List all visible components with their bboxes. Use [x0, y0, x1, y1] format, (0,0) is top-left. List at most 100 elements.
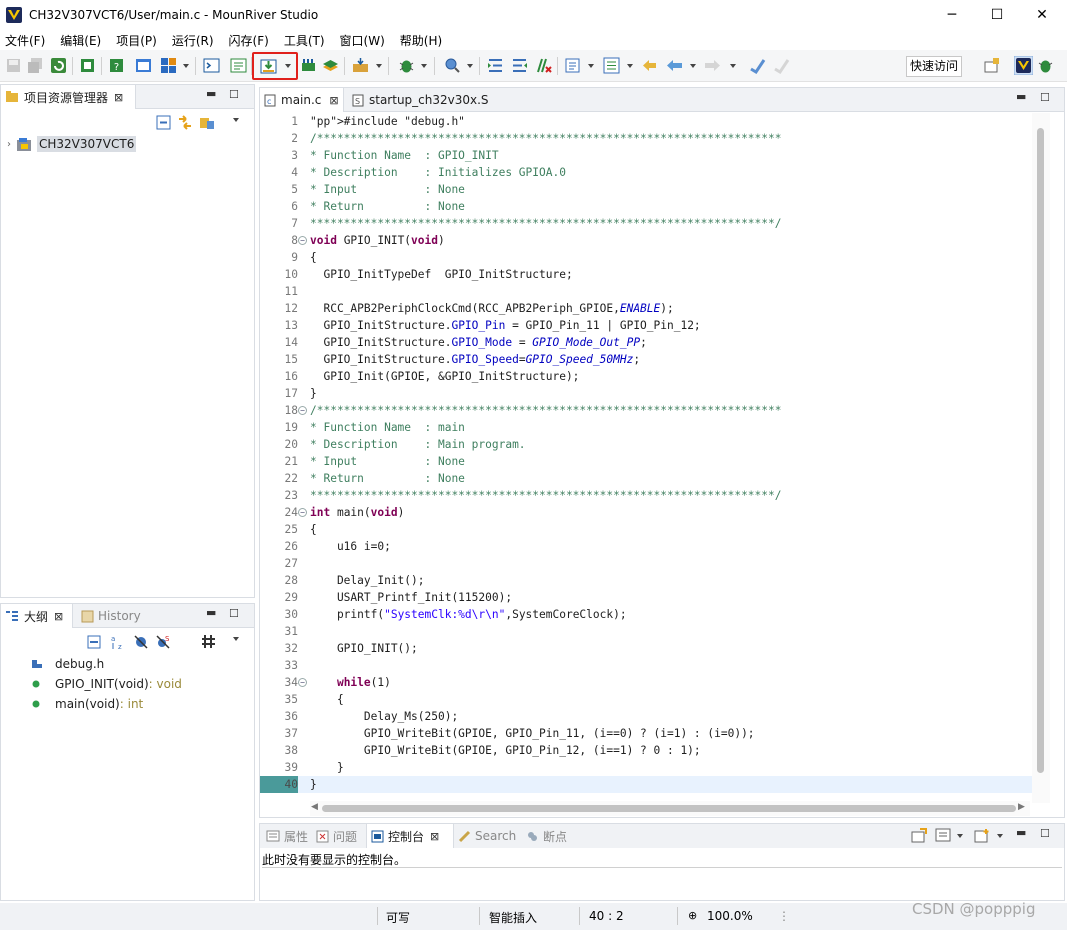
- unpin-icon[interactable]: [773, 57, 790, 74]
- menu-item[interactable]: 工具(T): [284, 32, 325, 49]
- tab-breakpoints[interactable]: 断点: [522, 824, 571, 848]
- code-line[interactable]: 12 RCC_APB2PeriphClockCmd(RCC_APB2Periph…: [260, 300, 1032, 317]
- new-console-dropdown-icon[interactable]: [997, 834, 1003, 838]
- code-line[interactable]: 26 u16 i=0;: [260, 538, 1032, 555]
- code-line[interactable]: 39 }: [260, 759, 1032, 776]
- display-console-icon[interactable]: [935, 828, 951, 843]
- calendar-icon[interactable]: [135, 57, 152, 74]
- code-line[interactable]: 40}: [260, 776, 1032, 793]
- code-line[interactable]: 6 * Return : None: [260, 198, 1032, 215]
- menu-item[interactable]: 帮助(H): [400, 32, 442, 49]
- console-view-icon[interactable]: [230, 57, 247, 74]
- code-line[interactable]: 10 GPIO_InitTypeDef GPIO_InitStructure;: [260, 266, 1032, 283]
- code-line[interactable]: 15 GPIO_InitStructure.GPIO_Speed=GPIO_Sp…: [260, 351, 1032, 368]
- display-console-dropdown-icon[interactable]: [957, 834, 963, 838]
- maximize-view-icon[interactable]: ☐: [1040, 827, 1050, 840]
- scroll-right-icon[interactable]: ▶: [1018, 802, 1025, 812]
- code-line[interactable]: 20 * Description : Main program.: [260, 436, 1032, 453]
- link-editor-icon[interactable]: [177, 115, 193, 130]
- save-icon[interactable]: [5, 57, 22, 74]
- erase-icon[interactable]: [352, 57, 369, 74]
- fold-toggle-icon[interactable]: −: [298, 406, 307, 415]
- menu-item[interactable]: 窗口(W): [340, 32, 385, 49]
- toggle-mark-icon[interactable]: [535, 57, 552, 74]
- code-area[interactable]: 1 "pp">#include "debug.h" 2 /**************…: [260, 113, 1032, 803]
- code-line[interactable]: 5 * Input : None: [260, 181, 1032, 198]
- layers-icon[interactable]: [322, 57, 339, 74]
- menu-item[interactable]: 项目(P): [116, 32, 157, 49]
- hide-macros-icon[interactable]: [201, 634, 216, 649]
- scrollbar-thumb[interactable]: [322, 805, 1016, 812]
- code-line[interactable]: 32 GPIO_INIT();: [260, 640, 1032, 657]
- tab-console[interactable]: 控制台 ⊠: [366, 824, 454, 848]
- forward-dropdown-icon[interactable]: [730, 64, 736, 68]
- code-line[interactable]: 4 * Description : Initializes GPIOA.0: [260, 164, 1032, 181]
- tab-properties[interactable]: 属性: [262, 824, 312, 848]
- fold-toggle-icon[interactable]: −: [298, 508, 307, 517]
- code-line[interactable]: 16 GPIO_Init(GPIOE, &GPIO_InitStructure)…: [260, 368, 1032, 385]
- close-button[interactable]: ✕: [1019, 0, 1065, 30]
- tab-startup-s[interactable]: S startup_ch32v30x.S: [348, 88, 493, 112]
- prev-annotation-icon[interactable]: [511, 57, 528, 74]
- tab-project-explorer[interactable]: 项目资源管理器 ⊠: [1, 85, 136, 109]
- tab-search[interactable]: Search: [454, 824, 520, 848]
- filter-icon[interactable]: [199, 115, 215, 130]
- code-line[interactable]: 28 Delay_Init();: [260, 572, 1032, 589]
- rebuild-icon[interactable]: ?: [108, 57, 125, 74]
- outline-item-include[interactable]: debug.h: [31, 655, 104, 673]
- tab-history[interactable]: History: [77, 604, 145, 628]
- search-icon[interactable]: [444, 57, 461, 74]
- code-line[interactable]: 34− while(1): [260, 674, 1032, 691]
- zoom-icon[interactable]: ⊕: [688, 909, 697, 922]
- code-line[interactable]: 7 ***************************************…: [260, 215, 1032, 232]
- debug-bug-icon[interactable]: [398, 57, 415, 74]
- code-line[interactable]: 36 Delay_Ms(250);: [260, 708, 1032, 725]
- pin-icon[interactable]: [749, 57, 766, 74]
- debug-dropdown-icon[interactable]: [421, 64, 427, 68]
- minimize-view-icon[interactable]: ▬: [1016, 90, 1026, 103]
- minimize-view-icon[interactable]: ▬: [1016, 826, 1026, 839]
- debug-perspective-icon[interactable]: [1037, 57, 1054, 74]
- search-dropdown-icon[interactable]: [467, 64, 473, 68]
- close-icon[interactable]: ⊠: [54, 610, 63, 623]
- code-line[interactable]: 21 * Input : None: [260, 453, 1032, 470]
- code-line[interactable]: 33: [260, 657, 1032, 674]
- close-icon[interactable]: ⊠: [430, 830, 439, 843]
- code-line[interactable]: 35 {: [260, 691, 1032, 708]
- format-icon[interactable]: [603, 57, 620, 74]
- code-line[interactable]: 14 GPIO_InitStructure.GPIO_Mode = GPIO_M…: [260, 334, 1032, 351]
- back-dropdown-icon[interactable]: [690, 64, 696, 68]
- code-line[interactable]: 22 * Return : None: [260, 470, 1032, 487]
- minimize-view-icon[interactable]: ▬: [206, 87, 216, 100]
- code-line[interactable]: 30 printf("SystemClk:%d\r\n",SystemCoreC…: [260, 606, 1032, 623]
- horizontal-scrollbar[interactable]: ◀ ▶: [310, 801, 1030, 816]
- code-line[interactable]: 38 GPIO_WriteBit(GPIOE, GPIO_Pin_12, (i=…: [260, 742, 1032, 759]
- last-edit-dropdown-icon[interactable]: [588, 64, 594, 68]
- outline-item-gpio-init[interactable]: GPIO_INIT(void) : void: [31, 675, 182, 693]
- hide-fields-icon[interactable]: [133, 634, 149, 650]
- menu-item[interactable]: 编辑(E): [60, 32, 101, 49]
- minimize-view-icon[interactable]: ▬: [206, 606, 216, 619]
- fold-toggle-icon[interactable]: −: [298, 678, 307, 687]
- back-history-icon[interactable]: [641, 57, 658, 74]
- windows-config-icon[interactable]: [160, 57, 177, 74]
- maximize-button[interactable]: ☐: [974, 0, 1020, 30]
- code-line[interactable]: 23 **************************************…: [260, 487, 1032, 504]
- collapse-all-icon[interactable]: [87, 635, 101, 649]
- build-icon[interactable]: [79, 57, 96, 74]
- chevron-down-icon[interactable]: [183, 64, 189, 68]
- code-line[interactable]: 29 USART_Printf_Init(115200);: [260, 589, 1032, 606]
- last-edit-icon[interactable]: [564, 57, 581, 74]
- back-arrow-icon[interactable]: [666, 57, 683, 74]
- terminal-icon[interactable]: [203, 57, 220, 74]
- tab-outline[interactable]: 大纲 ⊠: [1, 604, 73, 628]
- code-line[interactable]: 24− int main(void): [260, 504, 1032, 521]
- code-line[interactable]: 1 "pp">#include "debug.h": [260, 113, 1032, 130]
- next-annotation-icon[interactable]: [487, 57, 504, 74]
- maximize-view-icon[interactable]: ☐: [229, 88, 239, 101]
- code-line[interactable]: 8− void GPIO_INIT(void): [260, 232, 1032, 249]
- erase-dropdown-icon[interactable]: [376, 64, 382, 68]
- vertical-scrollbar[interactable]: [1032, 113, 1050, 803]
- code-line[interactable]: 3 * Function Name : GPIO_INIT: [260, 147, 1032, 164]
- collapse-all-icon[interactable]: [156, 115, 171, 130]
